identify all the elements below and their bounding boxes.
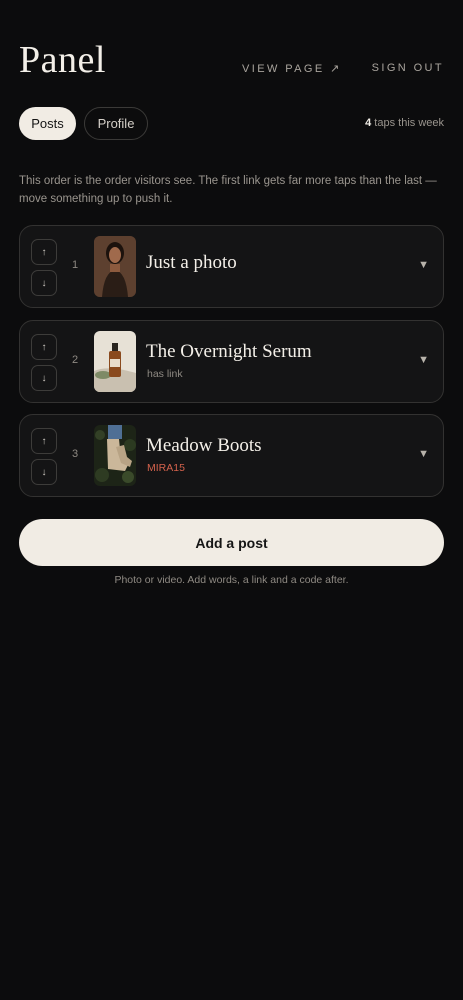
post-discount-code: MIRA15 <box>147 462 185 474</box>
move-down-icon[interactable]: ↓ <box>31 459 57 485</box>
add-post-button[interactable]: Add a post <box>19 519 444 566</box>
tab-profile[interactable]: Profile <box>84 107 148 140</box>
move-up-icon[interactable]: ↑ <box>31 428 57 454</box>
move-down-icon[interactable]: ↓ <box>31 270 57 296</box>
post-position: 1 <box>72 259 79 271</box>
view-page-link[interactable]: VIEW PAGE ↗ <box>242 62 342 75</box>
add-post-note: Photo or video. Add words, a link and a … <box>114 574 349 586</box>
weekly-taps-stat: 4 taps this week <box>365 117 444 129</box>
expand-chevron-icon[interactable]: ▼ <box>418 354 429 366</box>
tab-bar: Posts Profile <box>19 107 148 140</box>
post-link-status: has link <box>147 368 183 380</box>
post-card[interactable]: ↑ ↓ 1 Just a photo ▼ <box>19 225 444 308</box>
taps-count: 4 <box>365 117 372 129</box>
post-card[interactable]: ↑ ↓ 3 Meadow Boots MIRA15 ▼ <box>19 414 444 497</box>
post-title: Meadow Boots <box>146 435 262 456</box>
serum-bottle-photo-icon <box>94 331 136 392</box>
sign-out-link[interactable]: SIGN OUT <box>372 62 444 75</box>
order-hint: This order is the order visitors see. Th… <box>19 175 437 205</box>
post-title: The Overnight Serum <box>146 341 312 362</box>
move-up-icon[interactable]: ↑ <box>31 239 57 265</box>
reorder-controls: ↑ ↓ <box>31 239 57 296</box>
reorder-controls: ↑ ↓ <box>31 334 57 391</box>
expand-chevron-icon[interactable]: ▼ <box>418 259 429 271</box>
post-title: Just a photo <box>146 252 237 273</box>
panel-page: Panel VIEW PAGE ↗ SIGN OUT Posts Profile… <box>0 0 463 1000</box>
reorder-controls: ↑ ↓ <box>31 428 57 485</box>
taps-label: taps this week <box>374 117 444 129</box>
post-position: 2 <box>72 354 79 366</box>
top-nav: VIEW PAGE ↗ SIGN OUT <box>242 62 444 75</box>
post-card[interactable]: ↑ ↓ 2 The Overnight Serum has link ▼ <box>19 320 444 403</box>
tab-posts[interactable]: Posts <box>19 107 76 140</box>
expand-chevron-icon[interactable]: ▼ <box>418 448 429 460</box>
post-position: 3 <box>72 448 79 460</box>
move-down-icon[interactable]: ↓ <box>31 365 57 391</box>
move-up-icon[interactable]: ↑ <box>31 334 57 360</box>
portrait-photo-icon <box>94 236 136 297</box>
brand-logo: Panel <box>19 39 106 81</box>
boots-photo-icon <box>94 425 136 486</box>
